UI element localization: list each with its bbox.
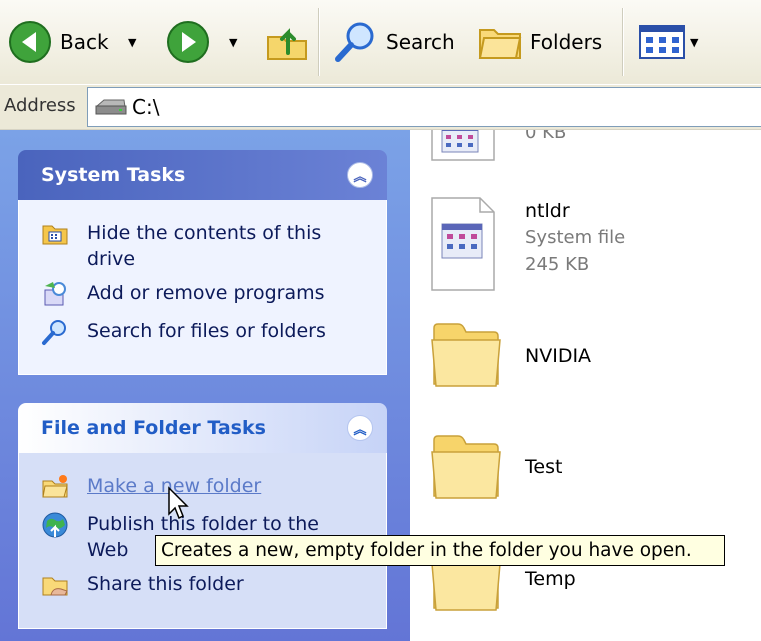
- search-button[interactable]: Search: [332, 0, 455, 84]
- task-hide-drive[interactable]: Hide the contents of this drive: [41, 220, 347, 272]
- task-label: Search for files or folders: [87, 320, 326, 342]
- toolbar: Back ▼ ▼ Search Folders ▼: [0, 0, 761, 84]
- task-add-remove-programs[interactable]: Add or remove programs: [41, 280, 325, 308]
- folder-up-icon: [267, 28, 307, 60]
- folder-name: Temp: [525, 568, 576, 590]
- views-dropdown-icon[interactable]: ▼: [690, 36, 698, 49]
- task-label: Share this folder: [87, 573, 244, 595]
- search-label: Search: [386, 30, 455, 54]
- system-file-icon: [431, 197, 495, 291]
- task-label: Add or remove programs: [87, 282, 325, 304]
- folder-name: NVIDIA: [525, 345, 592, 367]
- share-folder-icon: [42, 577, 68, 596]
- new-folder-icon: [42, 475, 68, 498]
- system-tasks-title: System Tasks: [41, 164, 186, 186]
- system-tasks-panel: System Tasks ︽ Hide the contents of this…: [18, 150, 387, 375]
- collapse-chevron-icon[interactable]: ︽: [347, 415, 373, 441]
- drive-icon: [95, 99, 127, 115]
- file-name: ntldr: [525, 200, 570, 222]
- file-folder-tasks-panel: File and Folder Tasks ︽ Make a new folde…: [18, 403, 387, 629]
- system-tasks-header[interactable]: System Tasks ︽: [18, 150, 387, 200]
- forward-arrow-icon: [167, 21, 209, 63]
- folders-button[interactable]: Folders: [478, 0, 602, 84]
- back-dropdown-icon[interactable]: ▼: [128, 36, 136, 49]
- folders-icon: [478, 29, 522, 59]
- file-folder-tasks-header[interactable]: File and Folder Tasks ︽: [18, 403, 387, 453]
- collapse-chevron-icon[interactable]: ︽: [347, 162, 373, 188]
- system-file-icon: [431, 130, 495, 161]
- add-remove-programs-icon: [44, 282, 66, 306]
- address-bar: Address C:\: [0, 84, 761, 130]
- folder-icon: [431, 323, 501, 387]
- views-button[interactable]: ▼: [638, 0, 698, 84]
- address-input[interactable]: C:\: [87, 87, 761, 127]
- search-icon: [42, 320, 66, 345]
- task-share-folder[interactable]: Share this folder: [41, 571, 244, 599]
- back-label: Back: [60, 30, 109, 54]
- address-value: C:\: [132, 95, 160, 119]
- system-tasks-body: Hide the contents of this drive Add or r…: [18, 200, 387, 375]
- task-label: Hide the contents of this drive: [87, 222, 322, 270]
- tooltip: Creates a new, empty folder in the folde…: [155, 535, 725, 566]
- views-icon: [639, 25, 685, 59]
- forward-dropdown-icon[interactable]: ▼: [229, 36, 237, 49]
- up-button[interactable]: [264, 0, 310, 84]
- file-folder-tasks-title: File and Folder Tasks: [41, 417, 266, 439]
- task-search-files[interactable]: Search for files or folders: [41, 318, 326, 346]
- task-make-new-folder[interactable]: Make a new folder: [41, 473, 261, 501]
- toolbar-separator: [622, 8, 624, 76]
- folder-icon: [431, 435, 501, 499]
- folder-name: Test: [525, 456, 563, 478]
- file-size: 245 KB: [525, 254, 590, 275]
- address-label: Address: [4, 95, 76, 116]
- folders-label: Folders: [530, 30, 603, 54]
- cursor-arrow-icon: [168, 486, 189, 520]
- toolbar-separator: [318, 8, 320, 76]
- back-button[interactable]: Back: [8, 0, 109, 84]
- file-type: System file: [525, 227, 626, 248]
- publish-web-icon: [42, 512, 68, 538]
- back-arrow-icon: [9, 21, 51, 63]
- file-size: 0 KB: [525, 130, 567, 143]
- hide-drive-icon: [42, 225, 68, 245]
- forward-button[interactable]: [166, 0, 210, 84]
- search-magnifier-icon: [335, 22, 374, 62]
